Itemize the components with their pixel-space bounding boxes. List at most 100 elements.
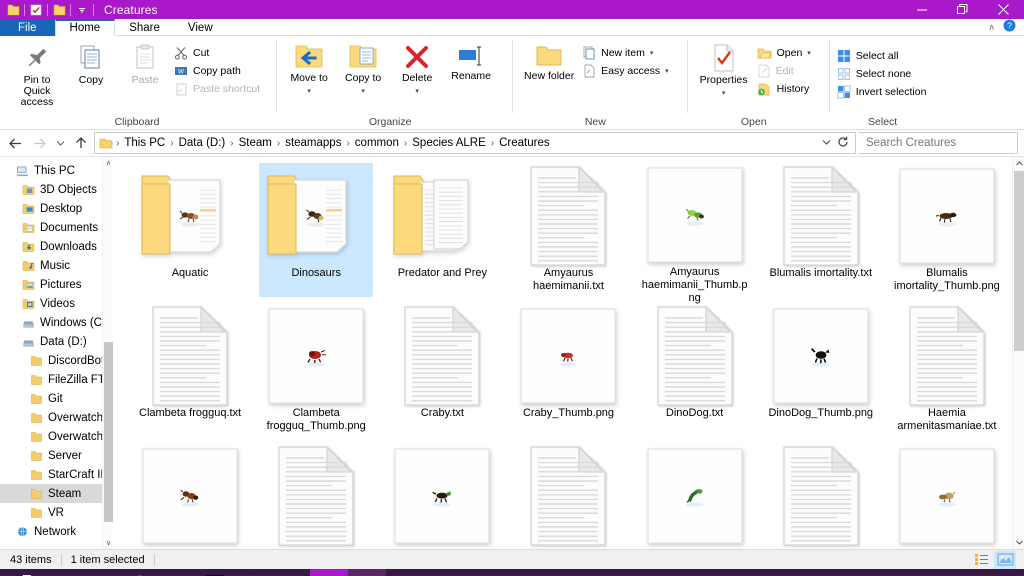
- file-item[interactable]: DinoDog.txt: [632, 301, 758, 441]
- nav-item-server[interactable]: Server: [0, 446, 113, 465]
- blender-button[interactable]: [196, 569, 234, 576]
- navigation-scrollbar[interactable]: ∧ ∨: [102, 157, 113, 549]
- collapse-ribbon-icon[interactable]: ∧: [988, 22, 995, 33]
- back-button[interactable]: [4, 132, 26, 154]
- file-item[interactable]: Craby.txt: [379, 301, 505, 441]
- paste-shortcut-button[interactable]: Paste shortcut: [172, 80, 264, 97]
- nav-scroll-up-arrow[interactable]: ∧: [103, 157, 113, 169]
- file-item[interactable]: DinoDog_Thumb.png: [758, 301, 884, 441]
- file-explorer-button[interactable]: [310, 569, 348, 576]
- nav-scroll-thumb[interactable]: [104, 342, 113, 522]
- folder-item[interactable]: Predator and Prey: [379, 161, 505, 301]
- nav-item-vr[interactable]: VR: [0, 503, 113, 522]
- history-button[interactable]: History: [755, 80, 815, 97]
- file-item[interactable]: Craby_Thumb.png: [505, 301, 631, 441]
- nav-item-pictures[interactable]: Pictures: [0, 275, 113, 294]
- nav-item-this-pc[interactable]: This PC: [0, 161, 113, 180]
- start-button[interactable]: [0, 569, 44, 576]
- tab-home[interactable]: Home: [55, 19, 116, 36]
- checkmark-app2-button[interactable]: [348, 569, 386, 576]
- easy-access-button[interactable]: Easy access ▾: [580, 62, 672, 79]
- show-hidden-icons-chevron[interactable]: [820, 569, 845, 576]
- nav-item-data-d[interactable]: Data (D:): [0, 332, 113, 351]
- delete-caret-icon[interactable]: ▾: [415, 86, 419, 97]
- task-view-button[interactable]: [82, 569, 120, 576]
- chrome-button[interactable]: [120, 569, 158, 576]
- rename-button[interactable]: Rename: [444, 41, 498, 82]
- folder-item[interactable]: Aquatic: [127, 161, 253, 301]
- nav-item-network[interactable]: Network: [0, 522, 113, 541]
- nav-item-3d-objects[interactable]: 3D Objects: [0, 180, 113, 199]
- search-input[interactable]: [866, 137, 1020, 149]
- move-to-caret-icon[interactable]: ▾: [307, 86, 311, 97]
- delete-button[interactable]: Delete ▾: [390, 41, 444, 97]
- volume-icon[interactable]: [905, 569, 934, 576]
- minecraft-button[interactable]: [272, 569, 310, 576]
- breadcrumb-item-steamapps[interactable]: steamapps: [281, 137, 345, 149]
- move-to-button[interactable]: Move to ▾: [282, 41, 336, 97]
- breadcrumb-item-common[interactable]: common: [351, 137, 403, 149]
- forward-button[interactable]: [28, 132, 50, 154]
- pin-to-quick-access-button[interactable]: Pin to Quick access: [10, 41, 64, 108]
- file-item[interactable]: Clambeta frogguq_Thumb.png: [253, 301, 379, 441]
- file-item[interactable]: [253, 441, 379, 549]
- folder-item[interactable]: Dinosaurs: [253, 161, 379, 301]
- copy-button[interactable]: Copy: [64, 41, 118, 86]
- checkmark-app-button[interactable]: [234, 569, 272, 576]
- nav-item-starcraft-ii[interactable]: StarCraft II: [0, 465, 113, 484]
- select-all-button[interactable]: Select all: [835, 47, 931, 64]
- breadcrumb-item-this-pc[interactable]: This PC: [120, 137, 169, 149]
- breadcrumb-item-species-alre[interactable]: Species ALRE: [408, 137, 490, 149]
- nav-item-documents[interactable]: Documents: [0, 218, 113, 237]
- close-button[interactable]: [983, 0, 1024, 19]
- easy-access-caret-icon[interactable]: ▾: [665, 67, 669, 75]
- file-list-view[interactable]: AquaticDinosaursPredator and PreyAmyauru…: [113, 157, 1024, 549]
- content-scrollbar[interactable]: [1012, 157, 1024, 549]
- new-item-caret-icon[interactable]: ▾: [650, 49, 654, 57]
- cortana-button[interactable]: [44, 569, 82, 576]
- large-icons-view-button[interactable]: [994, 551, 1016, 569]
- file-item[interactable]: Blumalis imortality.txt: [758, 161, 884, 301]
- file-item[interactable]: Clambeta frogguq.txt: [127, 301, 253, 441]
- copy-to-caret-icon[interactable]: ▾: [361, 86, 365, 97]
- minimize-button[interactable]: [901, 0, 942, 19]
- nav-item-windows-c[interactable]: Windows (C:): [0, 313, 113, 332]
- file-item[interactable]: [758, 441, 884, 549]
- search-box[interactable]: [858, 132, 1018, 154]
- qat-properties-check-icon[interactable]: [27, 0, 45, 19]
- edit-button[interactable]: Edit: [755, 62, 815, 79]
- file-item[interactable]: Blumalis imortality_Thumb.png: [884, 161, 1010, 301]
- nav-item-desktop[interactable]: Desktop: [0, 199, 113, 218]
- qat-folder-icon[interactable]: [4, 0, 22, 19]
- nav-item-videos[interactable]: Videos: [0, 294, 113, 313]
- network-icon[interactable]: [876, 569, 905, 576]
- content-scroll-thumb[interactable]: [1014, 171, 1024, 351]
- refresh-button[interactable]: [837, 136, 849, 151]
- file-item[interactable]: [632, 441, 758, 549]
- nav-item-discordbot[interactable]: DiscordBot: [0, 351, 113, 370]
- new-folder-button[interactable]: New folder: [518, 41, 580, 82]
- qat-new-folder-icon[interactable]: [50, 0, 68, 19]
- breadcrumb-dropdown-icon[interactable]: [822, 138, 831, 148]
- restore-button[interactable]: [942, 0, 983, 19]
- recent-locations-button[interactable]: [52, 132, 68, 154]
- nav-scroll-down-arrow[interactable]: ∨: [103, 537, 113, 549]
- paste-button[interactable]: Paste: [118, 41, 172, 86]
- file-item[interactable]: Amyaurus haemimanii_Thumb.png: [632, 161, 758, 301]
- onedrive-cloud-icon[interactable]: [845, 569, 876, 576]
- select-none-button[interactable]: Select none: [835, 65, 931, 82]
- properties-caret-icon[interactable]: ▾: [722, 88, 726, 99]
- nav-item-overwatch[interactable]: Overwatch: [0, 408, 113, 427]
- properties-button[interactable]: Properties ▾: [693, 41, 755, 99]
- copy-to-button[interactable]: Copy to ▾: [336, 41, 390, 97]
- file-item[interactable]: Amyaurus haemimanii.txt: [505, 161, 631, 301]
- nav-item-music[interactable]: Music: [0, 256, 113, 275]
- file-item[interactable]: [127, 441, 253, 549]
- tab-share[interactable]: Share: [115, 19, 174, 36]
- breadcrumb[interactable]: › This PC › Data (D:) › Steam › steamapp…: [94, 132, 856, 154]
- help-icon[interactable]: ?: [1003, 19, 1016, 35]
- nav-item-steam[interactable]: Steam: [0, 484, 113, 503]
- invert-selection-button[interactable]: Invert selection: [835, 83, 931, 100]
- cut-button[interactable]: Cut: [172, 44, 264, 61]
- details-view-button[interactable]: [970, 551, 992, 569]
